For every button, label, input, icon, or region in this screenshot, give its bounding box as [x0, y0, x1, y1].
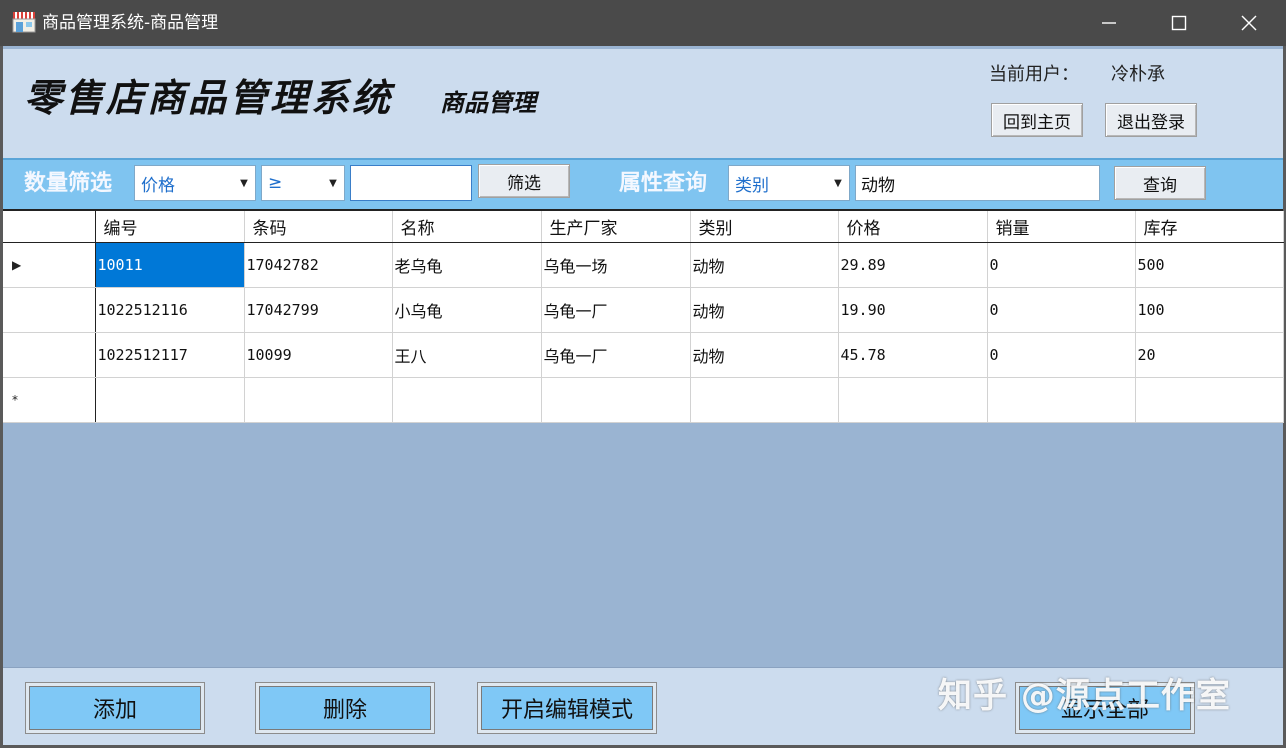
- table-cell[interactable]: 小乌龟: [392, 287, 542, 333]
- table-cell[interactable]: 100: [1135, 287, 1284, 333]
- table-row[interactable]: 1022512117 10099 王八 乌龟一厂 动物 45.78 0 20: [3, 332, 1284, 378]
- filter-operator-value: ≥: [268, 173, 283, 193]
- new-row[interactable]: *: [3, 377, 1284, 423]
- query-button[interactable]: 查询: [1114, 166, 1206, 200]
- table-cell[interactable]: [541, 377, 691, 423]
- table-cell[interactable]: 动物: [690, 242, 839, 288]
- attribute-query-label: 属性查询: [619, 171, 708, 196]
- title-bar: 商品管理系统-商品管理: [0, 0, 1286, 46]
- table-cell[interactable]: 乌龟一场: [541, 242, 691, 288]
- chevron-down-icon[interactable]: ▼: [322, 166, 344, 200]
- column-header[interactable]: 库存: [1135, 211, 1284, 243]
- minimize-button[interactable]: [1074, 0, 1144, 46]
- column-header[interactable]: 生产厂家: [541, 211, 691, 243]
- product-table[interactable]: 编号 条码 名称 生产厂家 类别 价格 销量 库存 ▶ 10011 170427…: [3, 209, 1284, 423]
- close-button[interactable]: [1214, 0, 1284, 46]
- table-cell[interactable]: 0: [987, 242, 1136, 288]
- attribute-value: 类别: [735, 175, 769, 196]
- table-cell[interactable]: 乌龟一厂: [541, 332, 691, 378]
- table-cell[interactable]: 10011: [95, 242, 245, 288]
- quantity-input[interactable]: [350, 165, 472, 201]
- show-all-button[interactable]: 显示全部: [1015, 682, 1195, 734]
- table-cell[interactable]: 0: [987, 287, 1136, 333]
- table-cell[interactable]: 动物: [690, 287, 839, 333]
- edit-mode-button[interactable]: 开启编辑模式: [477, 682, 657, 734]
- filter-field-select[interactable]: 价格 ▼: [134, 165, 256, 201]
- filter-button[interactable]: 筛选: [478, 164, 570, 198]
- minimize-icon: [1102, 22, 1116, 24]
- filter-field-value: 价格: [141, 175, 175, 196]
- table-cell[interactable]: 500: [1135, 242, 1284, 288]
- table-row[interactable]: 1022512116 17042799 小乌龟 乌龟一厂 动物 19.90 0 …: [3, 287, 1284, 333]
- quantity-filter-label: 数量筛选: [24, 171, 113, 196]
- table-cell[interactable]: 乌龟一厂: [541, 287, 691, 333]
- logout-button[interactable]: 退出登录: [1105, 103, 1197, 137]
- shop-icon: [12, 11, 36, 33]
- table-cell[interactable]: [838, 377, 988, 423]
- current-row-marker[interactable]: ▶: [3, 242, 96, 288]
- maximize-button[interactable]: [1144, 0, 1214, 46]
- maximize-icon: [1171, 15, 1187, 31]
- table-cell[interactable]: 动物: [690, 332, 839, 378]
- table-cell[interactable]: [95, 377, 245, 423]
- column-header[interactable]: 条码: [244, 211, 393, 243]
- table-cell[interactable]: 45.78: [838, 332, 988, 378]
- home-button[interactable]: 回到主页: [991, 103, 1083, 137]
- column-header[interactable]: 编号: [95, 211, 245, 243]
- app-title: 零售店商品管理系统: [24, 75, 394, 120]
- table-cell[interactable]: [690, 377, 839, 423]
- table-header-row: 编号 条码 名称 生产厂家 类别 价格 销量 库存: [3, 211, 1284, 243]
- table-cell[interactable]: [244, 377, 393, 423]
- row-header-corner[interactable]: [3, 211, 96, 243]
- row-header[interactable]: [3, 332, 96, 378]
- table-cell[interactable]: 1022512116: [95, 287, 245, 333]
- table-cell[interactable]: 19.90: [838, 287, 988, 333]
- column-header[interactable]: 价格: [838, 211, 988, 243]
- chevron-down-icon[interactable]: ▼: [233, 166, 255, 200]
- table-cell[interactable]: 29.89: [838, 242, 988, 288]
- column-header[interactable]: 销量: [987, 211, 1136, 243]
- table-cell[interactable]: 17042782: [244, 242, 393, 288]
- table-cell[interactable]: [392, 377, 542, 423]
- table-row[interactable]: ▶ 10011 17042782 老乌龟 乌龟一场 动物 29.89 0 500: [3, 242, 1284, 288]
- filter-operator-select[interactable]: ≥ ▼: [261, 165, 345, 201]
- table-cell[interactable]: 王八: [392, 332, 542, 378]
- table-cell[interactable]: 老乌龟: [392, 242, 542, 288]
- row-header[interactable]: [3, 287, 96, 333]
- table-cell[interactable]: 1022512117: [95, 332, 245, 378]
- column-header[interactable]: 类别: [690, 211, 839, 243]
- current-user-name: 冷朴承: [1111, 64, 1165, 85]
- table-cell[interactable]: 0: [987, 332, 1136, 378]
- query-input[interactable]: 动物: [855, 165, 1100, 201]
- add-button[interactable]: 添加: [25, 682, 205, 734]
- page-subtitle: 商品管理: [440, 88, 536, 117]
- chevron-down-icon[interactable]: ▼: [827, 166, 849, 200]
- column-header[interactable]: 名称: [392, 211, 542, 243]
- close-icon: [1241, 15, 1257, 31]
- attribute-select[interactable]: 类别 ▼: [728, 165, 850, 201]
- table-cell[interactable]: [1135, 377, 1284, 423]
- table-cell[interactable]: 20: [1135, 332, 1284, 378]
- current-user-label: 当前用户：: [989, 64, 1079, 85]
- table-cell[interactable]: 17042799: [244, 287, 393, 333]
- delete-button[interactable]: 删除: [255, 682, 435, 734]
- table-cell[interactable]: 10099: [244, 332, 393, 378]
- window-title: 商品管理系统-商品管理: [42, 13, 219, 33]
- table-cell[interactable]: [987, 377, 1136, 423]
- new-row-marker[interactable]: *: [3, 377, 96, 423]
